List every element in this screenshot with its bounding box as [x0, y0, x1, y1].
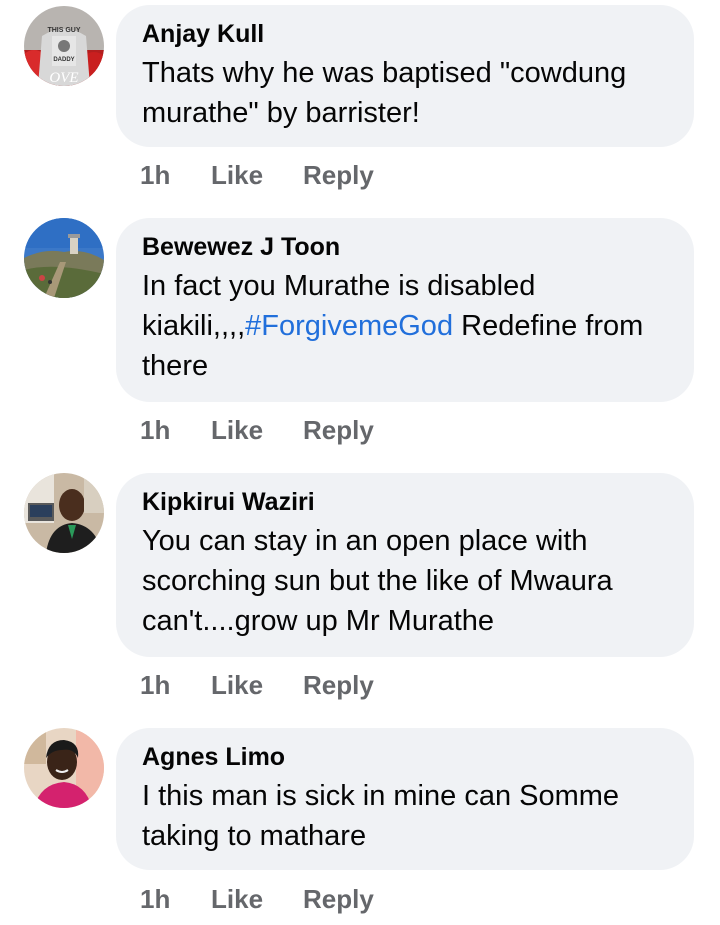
avatar-image [24, 473, 104, 553]
comment-text: In fact you Murathe is disabled kiakili,… [142, 266, 668, 386]
comment-bubble: Bewewez J Toon In fact you Murathe is di… [116, 218, 694, 402]
comment-bubble: Agnes Limo I this man is sick in mine ca… [116, 728, 694, 870]
comment-author[interactable]: Kipkirui Waziri [142, 487, 668, 517]
like-button[interactable]: Like [211, 160, 263, 191]
avatar[interactable] [24, 728, 104, 808]
avatar-overlay-text: OVE [49, 70, 78, 86]
avatar-image: THIS GUY DADDY OVE [24, 6, 104, 86]
like-button[interactable]: Like [211, 415, 263, 446]
comment-text: I this man is sick in mine can Somme tak… [142, 780, 620, 852]
avatar-image [24, 728, 104, 808]
reply-button[interactable]: Reply [303, 670, 374, 701]
avatar[interactable] [24, 473, 104, 553]
avatar-shirt-top: THIS GUY [47, 27, 80, 34]
avatar[interactable] [24, 218, 104, 298]
reply-button[interactable]: Reply [303, 415, 374, 446]
like-button[interactable]: Like [211, 670, 263, 701]
hashtag-link[interactable]: #ForgivemeGod [245, 310, 453, 342]
comment-time[interactable]: 1h [140, 415, 170, 446]
comment-text: You can stay in an open place with scorc… [142, 525, 613, 637]
comment-time[interactable]: 1h [140, 160, 170, 191]
comment-author[interactable]: Anjay Kull [142, 19, 668, 49]
avatar[interactable]: THIS GUY DADDY OVE [24, 6, 104, 86]
avatar-shirt-bottom: DADDY [53, 57, 74, 63]
like-button[interactable]: Like [211, 884, 263, 915]
comment-author[interactable]: Agnes Limo [142, 742, 668, 772]
avatar-image [24, 218, 104, 298]
comment-time[interactable]: 1h [140, 670, 170, 701]
comment-bubble: Anjay Kull Thats why he was baptised "co… [116, 5, 694, 147]
comment-bubble: Kipkirui Waziri You can stay in an open … [116, 473, 694, 657]
reply-button[interactable]: Reply [303, 884, 374, 915]
reply-button[interactable]: Reply [303, 160, 374, 191]
comment-text: Thats why he was baptised "cowdung murat… [142, 57, 627, 129]
comment-time[interactable]: 1h [140, 884, 170, 915]
comment-author[interactable]: Bewewez J Toon [142, 232, 668, 262]
